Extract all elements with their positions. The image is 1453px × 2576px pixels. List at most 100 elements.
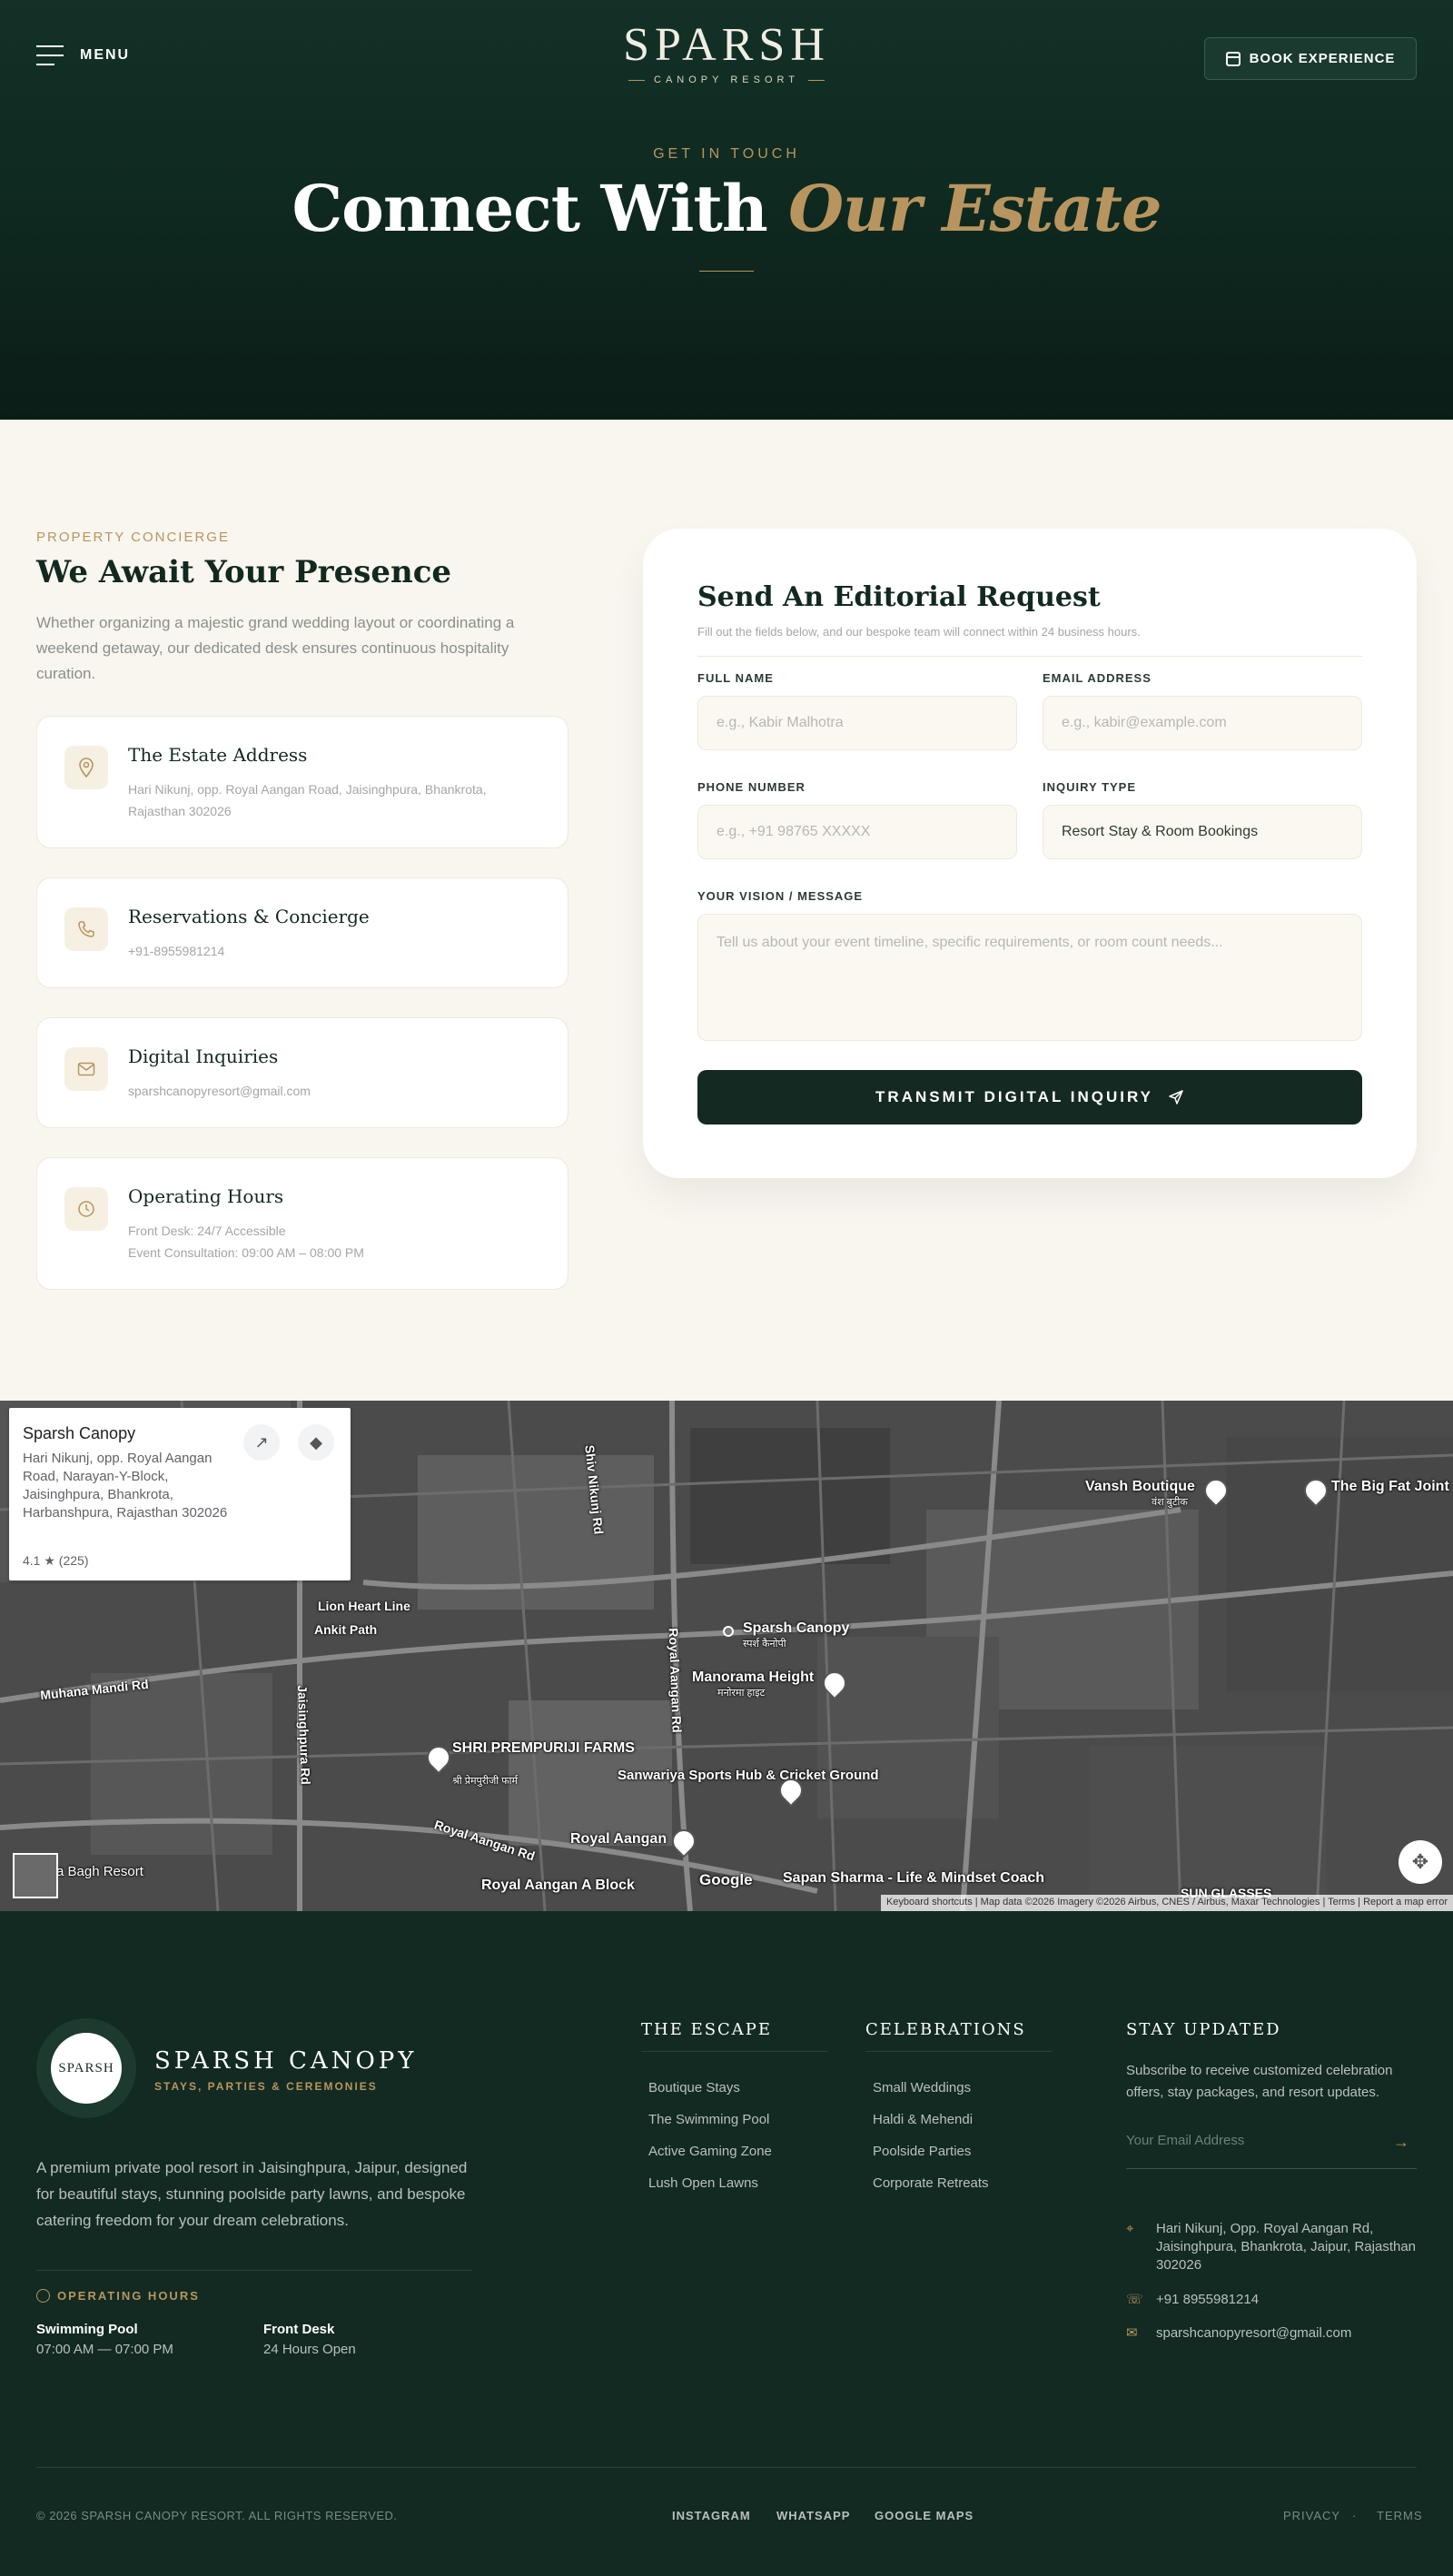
hero-eyebrow: GET IN TOUCH	[653, 146, 800, 162]
map-label-bagh: a Bagh Resort	[56, 1864, 143, 1879]
google-logo: Google	[699, 1871, 753, 1888]
google-maps-link[interactable]: GOOGLE MAPS	[875, 2509, 974, 2522]
concierge-title: We Await Your Presence	[36, 554, 452, 590]
reservations-phone[interactable]: +91-8955981214	[128, 940, 528, 962]
footer-link-swimming-pool[interactable]: The Swimming Pool	[648, 2112, 769, 2127]
instagram-link[interactable]: INSTAGRAM	[672, 2509, 751, 2522]
copyright: © 2026 SPARSH CANOPY RESORT. ALL RIGHTS …	[36, 2509, 398, 2522]
pool-hours-value: 07:00 AM — 07:00 PM	[36, 2342, 173, 2357]
submit-inquiry-button[interactable]: TRANSMIT DIGITAL INQUIRY	[697, 1070, 1362, 1125]
hours-card-text: Front Desk: 24/7 Accessible Event Consul…	[128, 1220, 528, 1263]
map-label-sparsh[interactable]: Sparsh Canopy	[743, 1620, 849, 1637]
footer-link-open-lawns[interactable]: Lush Open Lawns	[648, 2175, 758, 2191]
footer-address: ⌖ Hari Nikunj, Opp. Royal Aangan Rd, Jai…	[1126, 2220, 1417, 2274]
footer-phone[interactable]: ☏ +91 8955981214	[1126, 2291, 1417, 2309]
map-label-sparsh-hi: स्पर्श कैनोपी	[743, 1639, 786, 1650]
privacy-link[interactable]: PRIVACY	[1283, 2509, 1340, 2522]
full-name-input[interactable]: e.g., Kabir Malhotra	[697, 696, 1017, 750]
address-line-2: Rajasthan 302026	[128, 804, 232, 818]
footer-link-small-weddings[interactable]: Small Weddings	[873, 2080, 971, 2095]
map-label-vansh[interactable]: Vansh Boutique	[1085, 1479, 1195, 1495]
map-label-lion: Lion Heart Line	[318, 1599, 410, 1613]
map-label-ankit: Ankit Path	[314, 1622, 378, 1637]
open-in-maps-icon[interactable]: ↗	[243, 1424, 280, 1461]
map-label-vansh-hi: वंश बुटीक	[1152, 1497, 1188, 1508]
newsletter-description: Subscribe to receive customized celebrat…	[1126, 2063, 1393, 2100]
newsletter-email-input[interactable]: Your Email Address →	[1126, 2133, 1417, 2169]
map-type-toggle[interactable]	[13, 1853, 58, 1898]
legal-separator: ·	[1352, 2509, 1358, 2522]
map-label-manorama-hi: मनोरमा हाइट	[717, 1688, 766, 1699]
footer-logo-badge[interactable]: SPARSH	[36, 2018, 136, 2118]
newsletter-heading: STAY UPDATED	[1126, 2020, 1281, 2039]
phone-input[interactable]: e.g., +91 98765 XXXXX	[697, 805, 1017, 859]
inquiries-email[interactable]: sparshcanopyresort@gmail.com	[128, 1080, 528, 1102]
full-name-label: FULL NAME	[697, 671, 774, 685]
map-label-shri[interactable]: SHRI PREMPURIJI FARMS	[452, 1740, 635, 1757]
map-label-royal-aangan-a[interactable]: Royal Aangan A Block	[481, 1878, 635, 1894]
map-label-sapan[interactable]: Sapan Sharma - Life & Mindset Coach	[783, 1870, 1044, 1887]
celebrations-divider	[865, 2051, 1053, 2052]
hero-title: Connect With Our Estate	[0, 171, 1453, 246]
inquiries-card: Digital Inquiries sparshcanopyresort@gma…	[36, 1017, 568, 1128]
celebrations-heading: CELEBRATIONS	[865, 2020, 1026, 2039]
footer-link-gaming-zone[interactable]: Active Gaming Zone	[648, 2144, 772, 2159]
footer-link-haldi-mehendi[interactable]: Haldi & Mehendi	[873, 2112, 973, 2127]
address-card-title: The Estate Address	[128, 744, 308, 766]
map-label-manorama[interactable]: Manorama Height	[692, 1669, 814, 1686]
form-title: Send An Editorial Request	[697, 581, 1101, 613]
address-line-1: Hari Nikunj, opp. Royal Aangan Road, Jai…	[128, 782, 487, 797]
clock-icon	[64, 1187, 108, 1231]
footer-link-poolside-parties[interactable]: Poolside Parties	[873, 2144, 971, 2159]
send-icon	[1169, 1090, 1183, 1105]
footer-hours-heading-label: OPERATING HOURS	[57, 2289, 200, 2303]
hero-divider	[699, 271, 754, 272]
form-subtitle: Fill out the fields below, and our bespo…	[697, 625, 1141, 639]
footer-description: A premium private pool resort in Jaising…	[36, 2159, 468, 2229]
footer-link-corporate-retreats[interactable]: Corporate Retreats	[873, 2175, 989, 2191]
terms-link[interactable]: TERMS	[1377, 2509, 1423, 2522]
reservations-card: Reservations & Concierge +91-8955981214	[36, 877, 568, 988]
inquiry-type-label: INQUIRY TYPE	[1043, 780, 1137, 794]
footer-email[interactable]: ✉ sparshcanopyresort@gmail.com	[1126, 2324, 1417, 2343]
footer-address-text: Hari Nikunj, Opp. Royal Aangan Rd, Jaisi…	[1156, 2221, 1417, 2273]
map-label-sanwariya[interactable]: Sanwariya Sports Hub & Cricket Ground	[618, 1768, 879, 1783]
map-label-bigfat[interactable]: The Big Fat Joint	[1331, 1479, 1449, 1495]
place-info-card: Sparsh Canopy Hari Nikunj, opp. Royal Aa…	[9, 1408, 351, 1580]
phone-label: PHONE NUMBER	[697, 780, 806, 794]
footer-brand-name: SPARSH CANOPY	[154, 2047, 418, 2075]
location-pin-icon	[64, 746, 108, 789]
place-rating[interactable]: 4.1 ★ (225)	[23, 1553, 88, 1569]
hero-header: MENU SPARSH CANOPY RESORT BOOK EXPERIENC…	[0, 0, 1453, 420]
whatsapp-link[interactable]: WHATSAPP	[776, 2509, 850, 2522]
book-experience-button[interactable]: BOOK EXPERIENCE	[1204, 37, 1417, 80]
arrow-right-icon[interactable]: →	[1393, 2133, 1409, 2152]
directions-icon[interactable]: ◆	[298, 1424, 334, 1461]
hero-title-accent: Our Estate	[788, 171, 1161, 246]
reservations-card-title: Reservations & Concierge	[128, 906, 370, 927]
map-label-royal-aangan[interactable]: Royal Aangan	[570, 1831, 667, 1848]
inquiry-type-select[interactable]: Resort Stay & Room Bookings	[1043, 805, 1362, 859]
footer-email-text: sparshcanopyresort@gmail.com	[1156, 2325, 1352, 2341]
footer-link-boutique-stays[interactable]: Boutique Stays	[648, 2080, 740, 2095]
concierge-description: Whether organizing a majestic grand wedd…	[36, 614, 515, 682]
address-card: The Estate Address Hari Nikunj, opp. Roy…	[36, 716, 568, 848]
map-pan-control-icon[interactable]: ✥	[1399, 1840, 1442, 1884]
email-label: EMAIL ADDRESS	[1043, 671, 1152, 685]
map-label-shri-hi: श्री प्रेमपुरीजी फार्म	[452, 1776, 519, 1787]
message-textarea[interactable]: Tell us about your event timeline, speci…	[697, 914, 1362, 1041]
concierge-eyebrow: PROPERTY CONCIERGE	[36, 530, 230, 545]
place-address: Hari Nikunj, opp. Royal Aangan Road, Nar…	[23, 1451, 228, 1521]
email-input[interactable]: e.g., kabir@example.com	[1043, 696, 1362, 750]
hero-title-main: Connect With	[292, 171, 789, 246]
phone-icon	[64, 907, 108, 951]
hours-card-title: Operating Hours	[128, 1185, 284, 1207]
location-map[interactable]: Sparsh Canopy स्पर्श कैनोपी Manorama Hei…	[0, 1401, 1453, 1911]
inquiry-form: Send An Editorial Request Fill out the f…	[643, 529, 1417, 1178]
escape-divider	[641, 2051, 828, 2052]
map-attribution[interactable]: Keyboard shortcuts | Map data ©2026 Imag…	[880, 1895, 1453, 1911]
place-marker-icon[interactable]	[723, 1626, 734, 1637]
footer-logo-text: SPARSH	[51, 2033, 122, 2104]
place-name[interactable]: Sparsh Canopy	[23, 1424, 135, 1443]
hours-line-1: Front Desk: 24/7 Accessible	[128, 1224, 286, 1238]
